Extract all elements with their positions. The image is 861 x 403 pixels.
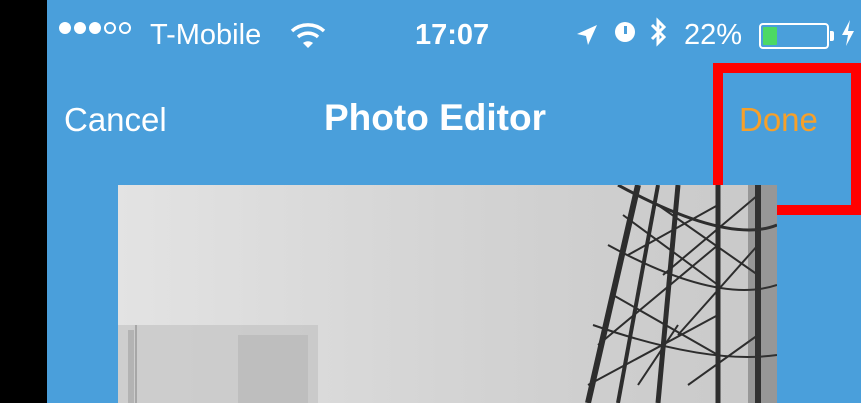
alarm-icon (615, 22, 635, 42)
cancel-button[interactable]: Cancel (64, 101, 167, 139)
battery-icon (759, 23, 829, 49)
page-title: Photo Editor (324, 97, 546, 138)
status-bar: T-Mobile 17:07 22% (47, 0, 861, 70)
battery-tip (830, 31, 834, 41)
signal-icon (59, 22, 131, 34)
photo-preview[interactable] (118, 185, 777, 403)
phone-screen: T-Mobile 17:07 22% Cancel Photo Editor D… (47, 0, 861, 403)
location-icon (575, 22, 599, 55)
wifi-icon (290, 22, 326, 56)
battery-percentage: 22% (684, 19, 743, 51)
carrier-name: T-Mobile (150, 19, 262, 51)
battery-level-fill (763, 27, 777, 45)
bluetooth-icon (649, 17, 667, 55)
photo-content-image (118, 185, 777, 403)
status-time: 17:07 (415, 19, 490, 51)
charging-icon (841, 20, 855, 53)
